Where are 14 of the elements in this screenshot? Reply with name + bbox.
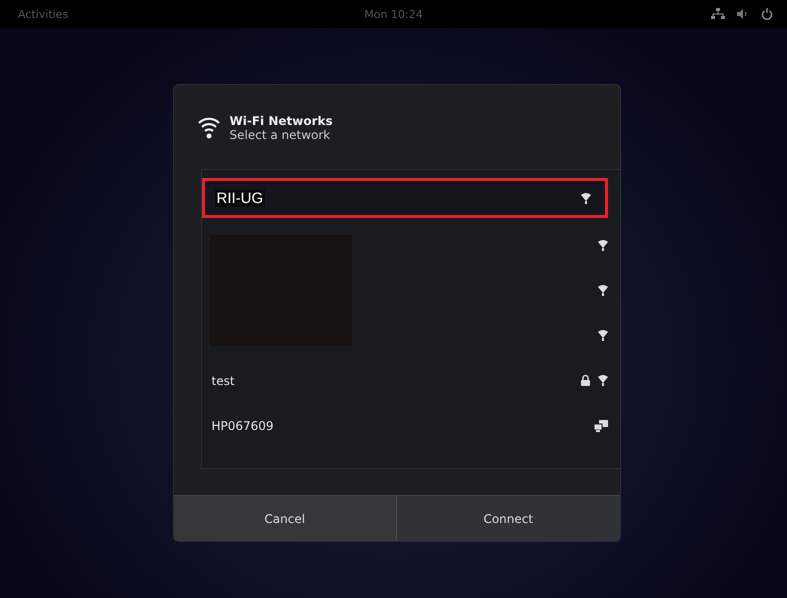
network-row[interactable]: RII-UG <box>202 178 608 218</box>
dialog-subtitle: Select a network <box>230 128 332 142</box>
power-icon[interactable] <box>761 8 773 20</box>
connect-button[interactable]: Connect <box>396 495 620 541</box>
network-row[interactable]: test <box>202 358 620 403</box>
dialog-title: Wi-Fi Networks <box>230 114 333 128</box>
network-name: test <box>212 374 235 388</box>
cancel-button[interactable]: Cancel <box>174 495 396 541</box>
network-icon[interactable] <box>711 8 725 20</box>
network-row[interactable]: HP067609 <box>202 403 620 448</box>
network-name: RII-UG <box>214 190 266 206</box>
volume-icon[interactable] <box>737 9 749 19</box>
wifi-icon <box>198 116 220 140</box>
network-name: HP067609 <box>212 418 274 432</box>
